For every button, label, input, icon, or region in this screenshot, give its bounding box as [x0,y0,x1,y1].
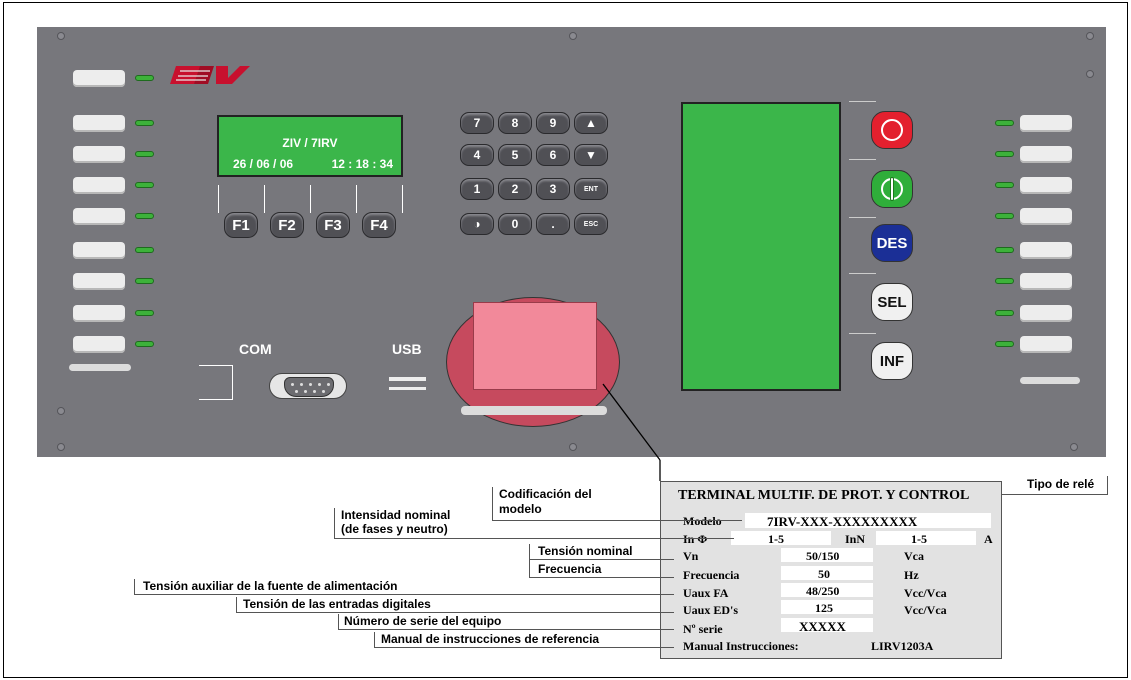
in-unit: A [984,532,993,546]
serie-label: Nº serie [683,622,723,636]
ued-label: Uaux ED's [683,603,739,617]
leader-line [134,579,135,594]
serie-value: XXXXX [799,619,846,634]
leader-line [1107,476,1108,495]
modelo-value: 7IRV-XXX-XXXXXXXXX [767,514,918,529]
uaux-value: 48/250 [806,584,840,598]
inn-label: InN [845,532,866,546]
ued-value: 125 [815,601,833,615]
leader-line [529,577,674,578]
manual-value: LIRV1203A [871,639,934,653]
callout-intensidad-1: Intensidad nominal [341,508,451,522]
in-phase-value: 1-5 [768,532,784,546]
leader-line [236,597,237,612]
leader-line [334,508,335,538]
callout-codificacion-1: Codificación del [499,487,592,501]
leader-line [1001,494,1107,495]
leader-line [334,538,734,539]
callout-tension-aux: Tensión auxiliar de la fuente de aliment… [143,579,398,593]
leader-line [338,629,674,630]
vn-value: 50/150 [806,549,840,563]
callout-tension-ed: Tensión de las entradas digitales [243,597,431,611]
freq-value: 50 [818,567,830,581]
leader-line [134,594,674,595]
freq-label: Frecuencia [683,568,740,582]
callout-manual: Manual de instrucciones de referencia [381,632,600,646]
vn-unit: Vca [904,549,924,563]
leader-line [338,614,339,629]
freq-unit: Hz [904,568,919,582]
leader-line [492,487,493,520]
leader-line [529,544,530,577]
manual-label: Manual Instrucciones: [683,639,799,653]
callout-frecuencia: Frecuencia [538,562,602,576]
leader-line [374,632,375,647]
callout-codificacion-2: modelo [499,502,542,516]
uaux-unit: Vcc/Vca [904,586,947,600]
callout-serie: Número de serie del equipo [344,614,502,628]
leader-line [236,612,674,613]
uaux-label: Uaux FA [683,586,729,600]
inn-value: 1-5 [911,532,927,546]
nameplate-detail: TERMINAL MULTIF. DE PROT. Y CONTROL Mode… [660,481,1002,659]
leader-line [492,520,742,521]
callout-intensidad-2: (de fases y neutro) [341,522,448,536]
vn-label: Vn [683,549,699,563]
ued-unit: Vcc/Vca [904,603,947,617]
leader-line [374,647,674,648]
modelo-label: Modelo [683,514,722,528]
in-phase-label: In Φ [683,532,708,546]
callout-tension-nominal: Tensión nominal [538,544,633,558]
callout-tipo-rele: Tipo de relé [1027,477,1095,491]
leader-line [529,559,674,560]
plate-title: TERMINAL MULTIF. DE PROT. Y CONTROL [678,488,970,503]
